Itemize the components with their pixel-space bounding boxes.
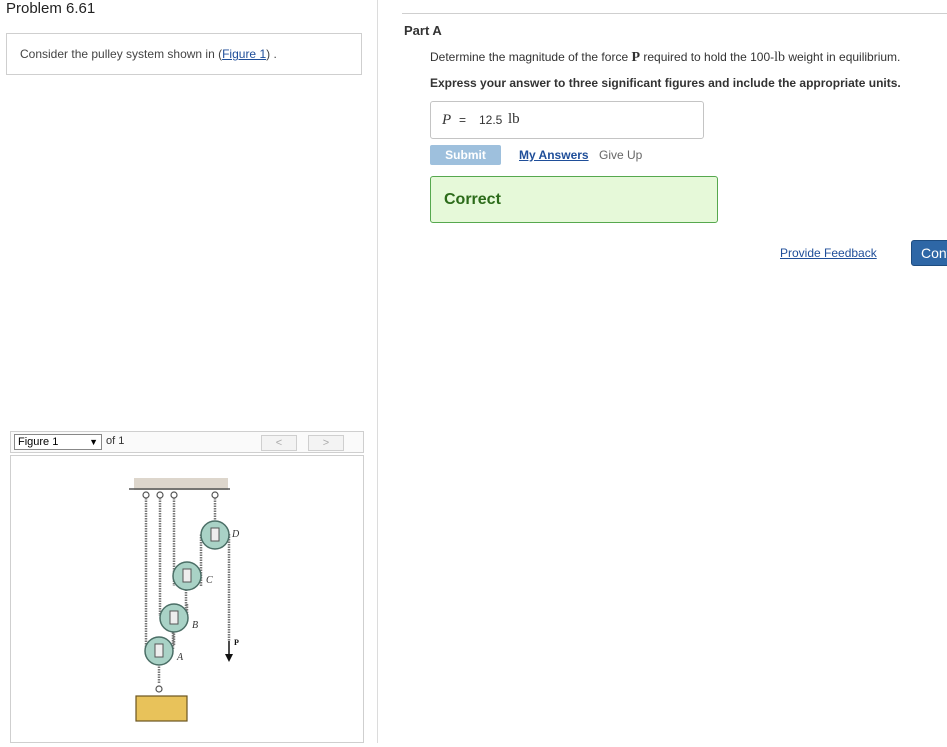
left-panel: Problem 6.61 Consider the pulley system … — [0, 0, 377, 743]
question-text: Determine the magnitude of the force P r… — [430, 50, 900, 66]
dropdown-arrow-icon: ▼ — [89, 437, 98, 447]
answer-equals: = — [459, 113, 467, 127]
right-panel: Part A Determine the magnitude of the fo… — [378, 0, 947, 743]
problem-title: Problem 6.61 — [6, 0, 96, 17]
correct-text: Correct — [444, 191, 501, 208]
my-answers-link[interactable]: My Answers — [519, 148, 589, 162]
pulley-b-bracket — [169, 610, 179, 625]
prev-figure-button[interactable]: < — [261, 435, 297, 451]
ceiling-ring-4 — [211, 491, 219, 499]
instruction-text: Express your answer to three significant… — [430, 76, 901, 90]
pulley-c-bracket — [182, 568, 192, 583]
pulley-a-bracket — [154, 643, 164, 658]
question-middle: required to hold the 100- — [640, 50, 775, 64]
continue-button[interactable]: Continue — [911, 240, 947, 266]
pulley-d-bracket — [210, 527, 220, 542]
label-b: B — [192, 620, 198, 631]
ceiling-ring-3 — [170, 491, 178, 499]
figure-panel: D C B A P — [10, 455, 364, 743]
label-p: P — [234, 638, 239, 647]
provide-feedback-link[interactable]: Provide Feedback — [780, 246, 877, 260]
answer-value: 12.5 — [479, 113, 503, 127]
weight-hook — [155, 685, 163, 693]
answer-variable: P — [442, 112, 452, 128]
weight-block — [135, 695, 188, 722]
question-unit: lb — [774, 50, 785, 65]
ceiling-hatch — [134, 478, 228, 490]
figure-select[interactable]: Figure 1 ▼ — [14, 434, 102, 450]
correct-feedback-box: Correct — [430, 176, 718, 223]
ceiling-ring-1 — [142, 491, 150, 499]
intro-suffix: ) . — [266, 47, 277, 61]
label-c: C — [206, 575, 213, 586]
pulley-diagram: D C B A P — [129, 478, 240, 722]
next-figure-button[interactable]: > — [308, 435, 344, 451]
give-up-button[interactable]: Give Up — [599, 148, 642, 162]
answer-input[interactable]: P = 12.5 lb — [430, 101, 704, 139]
figure-select-value: Figure 1 — [18, 436, 59, 448]
label-a: A — [176, 652, 184, 663]
problem-intro-box: Consider the pulley system shown in (Fig… — [6, 33, 362, 75]
top-rule — [402, 13, 947, 14]
figure-count: of 1 — [106, 435, 125, 447]
force-arrow-head — [225, 654, 233, 662]
intro-prefix: Consider the pulley system shown in ( — [20, 47, 223, 61]
problem-intro-text: Consider the pulley system shown in (Fig… — [20, 47, 277, 61]
question-symbol: P — [631, 50, 641, 65]
ceiling-ring-2 — [156, 491, 164, 499]
figure-link[interactable]: Figure 1 — [222, 47, 266, 61]
part-label: Part A — [404, 23, 442, 38]
answer-unit: lb — [508, 111, 520, 127]
submit-button[interactable]: Submit — [430, 145, 501, 165]
question-prefix: Determine the magnitude of the force — [430, 50, 632, 64]
figure-nav-bar: Figure 1 ▼ of 1 < > — [10, 431, 364, 453]
question-suffix: weight in equilibrium. — [785, 50, 901, 64]
label-d: D — [231, 529, 240, 540]
